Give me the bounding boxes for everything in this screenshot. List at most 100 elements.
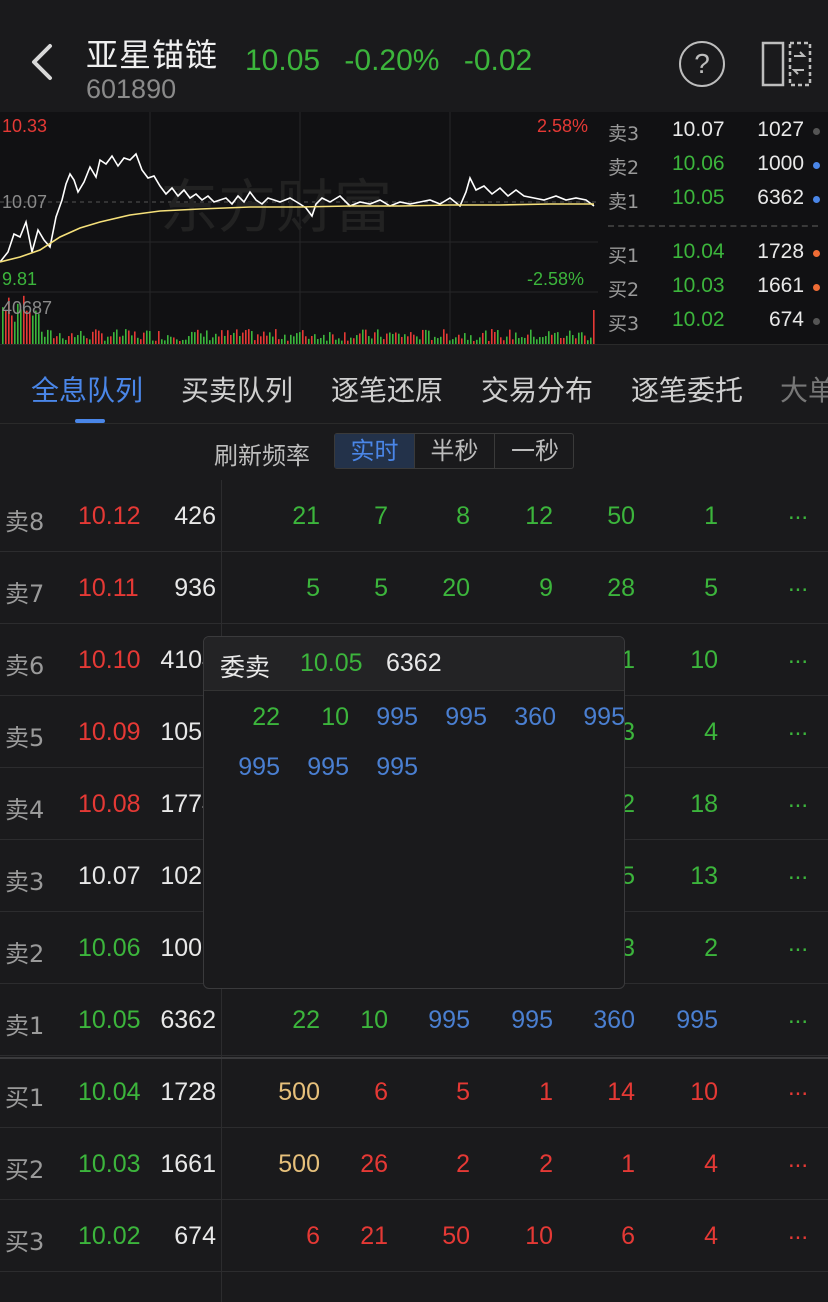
intraday-chart[interactable]: 东方财富 10.33 2.58% 10.07 9.81 -2.58% 40687 bbox=[0, 112, 598, 344]
refresh-realtime[interactable]: 实时 bbox=[335, 434, 415, 468]
tab-tick-orders[interactable]: 逐笔委托 bbox=[631, 369, 743, 409]
more-orders-button[interactable]: ... bbox=[788, 570, 808, 598]
dot-icon bbox=[813, 196, 820, 203]
more-orders-button[interactable]: ... bbox=[788, 1146, 808, 1174]
mini-volume: 1000 bbox=[757, 152, 804, 175]
mini-label: 卖2 bbox=[608, 157, 640, 179]
volume-bar bbox=[386, 333, 388, 344]
volume-bar bbox=[509, 329, 511, 344]
mini-price: 10.06 bbox=[672, 152, 725, 175]
volume-bar bbox=[203, 336, 205, 344]
queue-order: 5 bbox=[306, 574, 320, 602]
tab-tick-restore[interactable]: 逐笔还原 bbox=[331, 369, 443, 409]
mini-sell-1: 卖1 10.05 6362 bbox=[598, 181, 828, 215]
queue-order: 500 bbox=[278, 1078, 320, 1106]
mini-sell-3: 卖3 10.07 1027 bbox=[598, 113, 828, 147]
tab-large-orders[interactable]: 大单 bbox=[780, 369, 828, 409]
tab-trade-distribution[interactable]: 交易分布 bbox=[481, 369, 593, 409]
more-orders-button[interactable]: ... bbox=[788, 714, 808, 742]
volume-bar bbox=[458, 334, 460, 344]
volume-bar bbox=[296, 333, 298, 344]
high-price-label: 10.33 bbox=[2, 116, 48, 136]
volume-bar bbox=[41, 331, 43, 344]
queue-row[interactable]: 买3 10.02 674 6 21 50 10 6 4... bbox=[0, 1200, 828, 1272]
queue-order: 21 bbox=[360, 1222, 388, 1250]
volume-bar bbox=[416, 336, 418, 344]
level-label: 卖3 bbox=[5, 868, 45, 896]
tab-bid-ask-queue[interactable]: 买卖队列 bbox=[181, 369, 293, 409]
help-icon[interactable]: ? bbox=[679, 41, 725, 87]
queue-order: 995 bbox=[511, 1006, 553, 1034]
volume-bar bbox=[119, 336, 121, 344]
mini-label: 买2 bbox=[608, 279, 640, 301]
volume-bar bbox=[74, 337, 76, 344]
volume-bar bbox=[191, 331, 193, 344]
volume-bar bbox=[299, 332, 301, 344]
volume-bar bbox=[14, 321, 16, 344]
popup-order: 360 bbox=[514, 703, 556, 731]
queue-row[interactable]: 卖1 10.05 6362 22 10 995 995 360 995... bbox=[0, 984, 828, 1056]
high-pct-label: 2.58% bbox=[537, 116, 589, 136]
queue-order: 4 bbox=[704, 718, 718, 746]
volume-bar bbox=[110, 336, 112, 344]
refresh-half-second[interactable]: 半秒 bbox=[415, 434, 495, 468]
queue-order: 360 bbox=[593, 1006, 635, 1034]
more-orders-button[interactable]: ... bbox=[788, 498, 808, 526]
mini-buy-1: 买1 10.04 1728 bbox=[598, 235, 828, 269]
mini-divider bbox=[608, 225, 818, 227]
volume-bar bbox=[434, 336, 436, 344]
mini-label: 买3 bbox=[608, 313, 640, 335]
volume-bar bbox=[50, 330, 52, 344]
volume-bar bbox=[290, 334, 292, 344]
queue-row[interactable]: 买1 10.04 1728 500 6 5 1 14 10... bbox=[0, 1056, 828, 1128]
level-price: 10.05 bbox=[78, 1006, 141, 1034]
more-orders-button[interactable]: ... bbox=[788, 858, 808, 886]
tab-full-queue[interactable]: 全息队列 bbox=[31, 369, 143, 409]
volume-bar bbox=[311, 335, 313, 344]
switch-view-icon[interactable] bbox=[760, 40, 812, 88]
back-arrow-icon[interactable] bbox=[28, 42, 58, 82]
queue-order: 28 bbox=[607, 574, 635, 602]
volume-bar bbox=[239, 336, 241, 344]
queue-order: 7 bbox=[374, 502, 388, 530]
more-orders-button[interactable]: ... bbox=[788, 786, 808, 814]
volume-bar bbox=[251, 331, 253, 344]
queue-row[interactable]: 买2 10.03 1661 500 26 2 2 1 4... bbox=[0, 1128, 828, 1200]
more-orders-button[interactable]: ... bbox=[788, 1074, 808, 1102]
volume-bar bbox=[269, 332, 271, 344]
volume-bar bbox=[464, 333, 466, 344]
volume-bar bbox=[584, 335, 586, 344]
more-orders-button[interactable]: ... bbox=[788, 930, 808, 958]
refresh-one-second[interactable]: 一秒 bbox=[495, 434, 575, 468]
queue-order: 4 bbox=[704, 1150, 718, 1178]
volume-bar bbox=[380, 336, 382, 344]
mini-price: 10.07 bbox=[672, 118, 725, 141]
order-detail-popup[interactable]: 委卖 10.05 6362 22 10 995 995 360 995 995 995 995 bbox=[203, 636, 625, 989]
dot-icon bbox=[813, 318, 820, 325]
mini-label: 卖3 bbox=[608, 123, 640, 145]
queue-row[interactable]: 卖8 10.12 426 21 7 8 12 50 1... bbox=[0, 480, 828, 552]
volume-bar bbox=[323, 334, 325, 344]
volume-bar bbox=[146, 330, 148, 344]
change-value: -0.02 bbox=[463, 44, 533, 77]
queue-row[interactable]: 卖7 10.11 936 5 5 20 9 28 5... bbox=[0, 552, 828, 624]
volume-bar bbox=[92, 331, 94, 344]
queue-order: 995 bbox=[428, 1006, 470, 1034]
volume-bar bbox=[302, 330, 304, 344]
queue-order: 500 bbox=[278, 1150, 320, 1178]
volume-bar bbox=[56, 336, 58, 344]
volume-bar bbox=[197, 329, 199, 344]
level-price: 10.03 bbox=[78, 1150, 141, 1178]
volume-max-label: 40687 bbox=[2, 298, 53, 318]
volume-bar bbox=[149, 331, 151, 344]
volume-bar bbox=[521, 337, 523, 344]
more-orders-button[interactable]: ... bbox=[788, 642, 808, 670]
queue-order: 50 bbox=[442, 1222, 470, 1250]
active-tab-indicator bbox=[75, 419, 105, 423]
volume-bar bbox=[80, 330, 82, 344]
popup-order: 995 bbox=[376, 753, 418, 781]
more-orders-button[interactable]: ... bbox=[788, 1218, 808, 1246]
more-orders-button[interactable]: ... bbox=[788, 1002, 808, 1030]
volume-bar bbox=[266, 335, 268, 344]
stock-name: 亚星锚链 bbox=[86, 36, 219, 74]
